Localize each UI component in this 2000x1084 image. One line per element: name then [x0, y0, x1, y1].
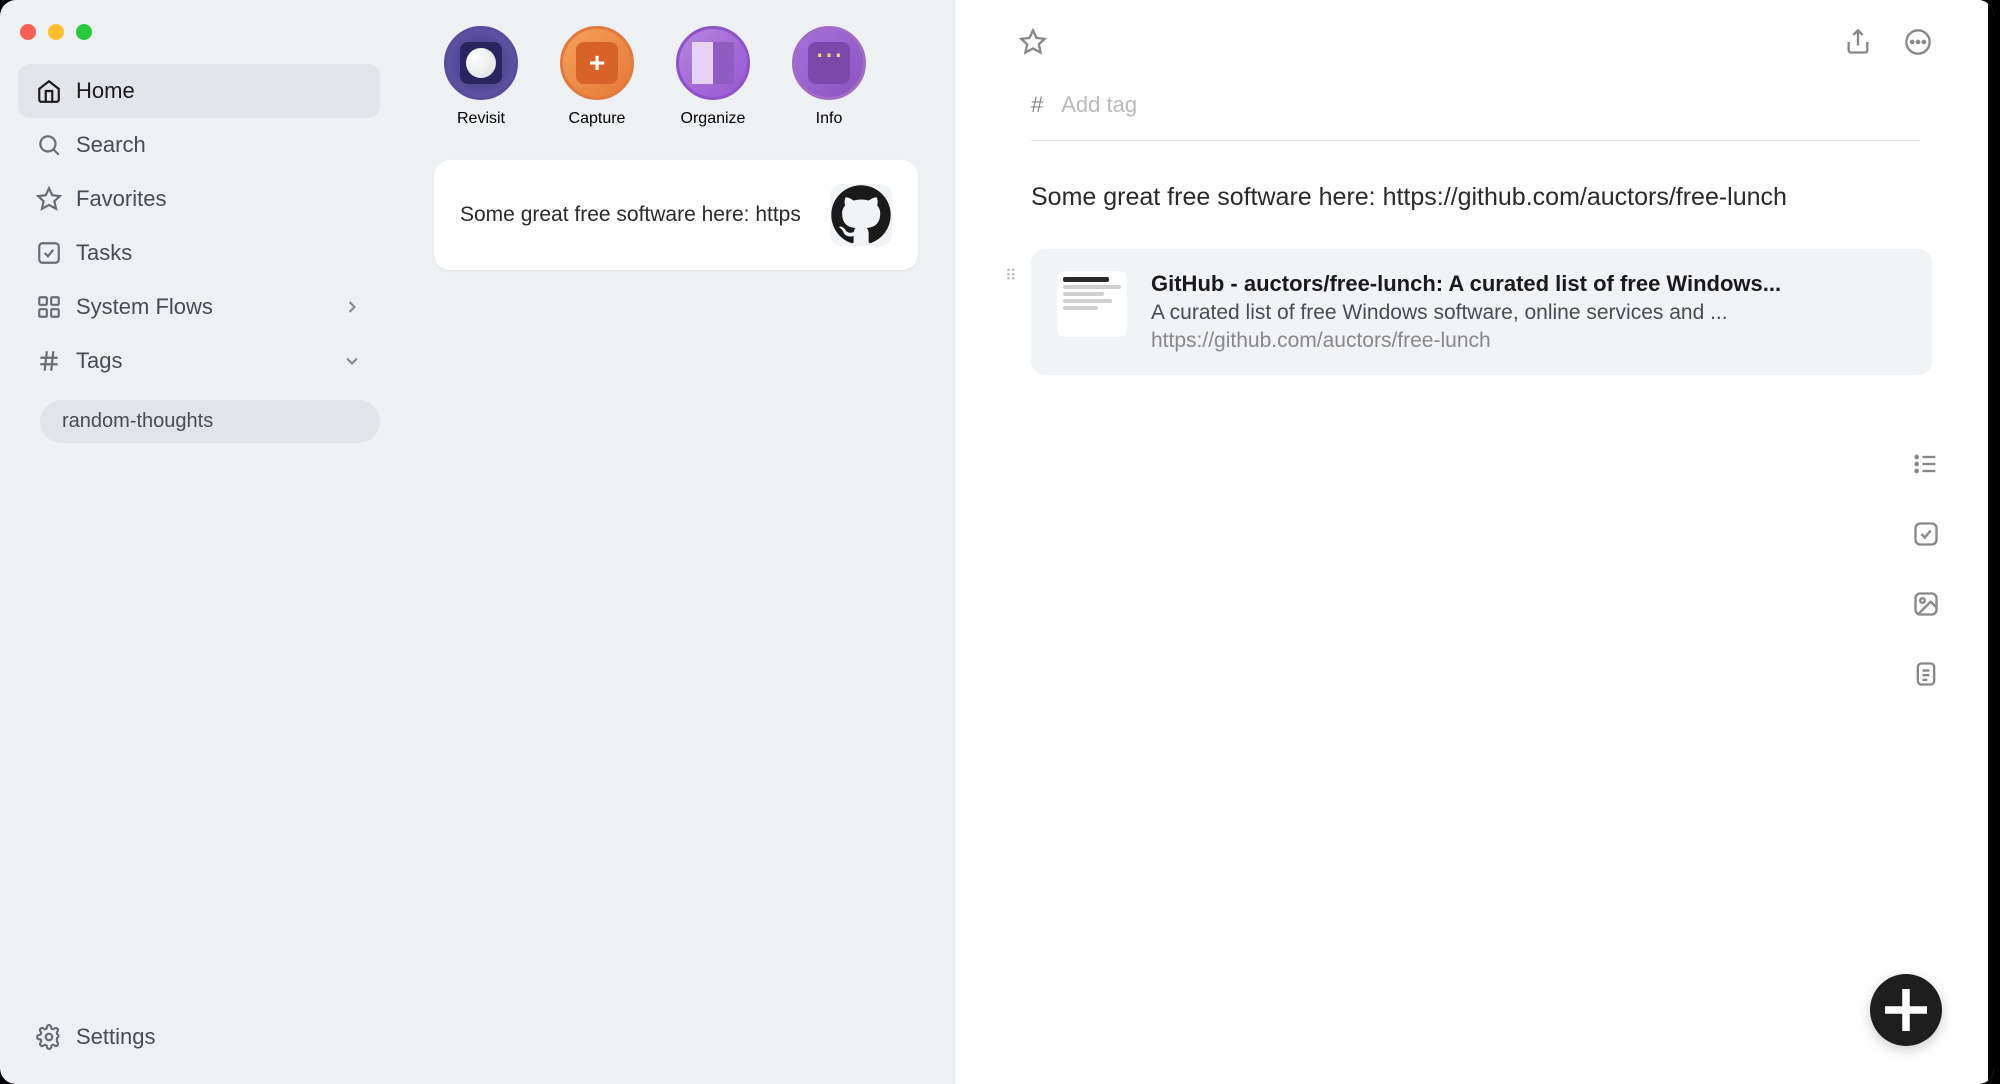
github-icon	[830, 184, 892, 246]
minimize-window-button[interactable]	[48, 24, 64, 40]
info-icon	[792, 26, 866, 100]
link-title: GitHub - auctors/free-lunch: A curated l…	[1151, 271, 1906, 297]
sidebar-item-home[interactable]: Home	[18, 64, 380, 118]
sidebar-item-tags[interactable]: Tags	[18, 334, 380, 388]
share-button[interactable]	[1844, 28, 1872, 56]
file-tool-button[interactable]	[1912, 660, 1940, 688]
more-button[interactable]	[1904, 28, 1932, 56]
capture-icon	[560, 26, 634, 100]
image-tool-button[interactable]	[1912, 590, 1940, 618]
note-detail-panel: # Add tag Some great free software here:…	[955, 0, 1988, 1084]
category-info[interactable]: Info	[792, 26, 866, 128]
window-controls	[20, 24, 92, 40]
link-url: https://github.com/auctors/free-lunch	[1151, 329, 1906, 353]
close-window-button[interactable]	[20, 24, 36, 40]
note-card-text: Some great free software here: https	[460, 203, 814, 227]
category-row: Revisit Capture Organize Info	[434, 26, 918, 128]
sidebar-label-system-flows: System Flows	[76, 294, 213, 320]
chevron-right-icon	[342, 297, 362, 317]
checkbox-icon	[36, 240, 62, 266]
maximize-window-button[interactable]	[76, 24, 92, 40]
category-label-organize: Organize	[681, 110, 746, 128]
drag-handle-icon[interactable]: ⠿	[1005, 271, 1015, 282]
sidebar-item-favorites[interactable]: Favorites	[18, 172, 380, 226]
link-description: A curated list of free Windows software,…	[1151, 301, 1906, 325]
sidebar-item-system-flows[interactable]: System Flows	[18, 280, 380, 334]
link-thumbnail	[1057, 271, 1127, 337]
tag-random-thoughts[interactable]: random-thoughts	[40, 400, 380, 443]
favorite-button[interactable]	[1019, 28, 1047, 56]
sidebar-label-tags: Tags	[76, 348, 122, 374]
sidebar-label-home: Home	[76, 78, 135, 104]
gear-icon	[36, 1024, 62, 1050]
sidebar-label-settings: Settings	[76, 1024, 156, 1050]
hash-icon: #	[1031, 92, 1043, 118]
sidebar-item-tasks[interactable]: Tasks	[18, 226, 380, 280]
window-edge	[1988, 0, 1994, 1084]
tag-input-placeholder: Add tag	[1061, 92, 1137, 118]
notes-list-panel: Revisit Capture Organize Info Some great…	[398, 0, 955, 1084]
tag-input-row[interactable]: # Add tag	[1019, 92, 1932, 118]
category-label-info: Info	[816, 110, 843, 128]
organize-icon	[676, 26, 750, 100]
star-icon	[36, 186, 62, 212]
editor-toolbar	[1912, 450, 1940, 688]
sidebar-label-tasks: Tasks	[76, 240, 132, 266]
category-revisit[interactable]: Revisit	[444, 26, 518, 128]
grid-icon	[36, 294, 62, 320]
category-label-revisit: Revisit	[457, 110, 505, 128]
app-window: Home Search Favorites Tasks S	[0, 0, 1994, 1084]
category-label-capture: Capture	[569, 110, 626, 128]
revisit-icon	[444, 26, 518, 100]
sidebar-label-favorites: Favorites	[76, 186, 166, 212]
home-icon	[36, 78, 62, 104]
sidebar-item-search[interactable]: Search	[18, 118, 380, 172]
add-button[interactable]	[1870, 974, 1942, 1046]
chevron-down-icon	[342, 351, 362, 371]
detail-header	[1019, 28, 1932, 56]
list-tool-button[interactable]	[1912, 450, 1940, 478]
note-card[interactable]: Some great free software here: https	[434, 160, 918, 270]
category-organize[interactable]: Organize	[676, 26, 750, 128]
search-icon	[36, 132, 62, 158]
checkbox-tool-button[interactable]	[1912, 520, 1940, 548]
link-preview-card[interactable]: ⠿ GitHub - auctors/free-lunch: A curated…	[1031, 249, 1932, 375]
sidebar-item-settings[interactable]: Settings	[18, 1010, 380, 1064]
note-body-text[interactable]: Some great free software here: https://g…	[1019, 179, 1932, 217]
sidebar: Home Search Favorites Tasks S	[0, 0, 398, 1084]
sidebar-label-search: Search	[76, 132, 146, 158]
category-capture[interactable]: Capture	[560, 26, 634, 128]
hash-icon	[36, 348, 62, 374]
divider	[1031, 140, 1920, 141]
